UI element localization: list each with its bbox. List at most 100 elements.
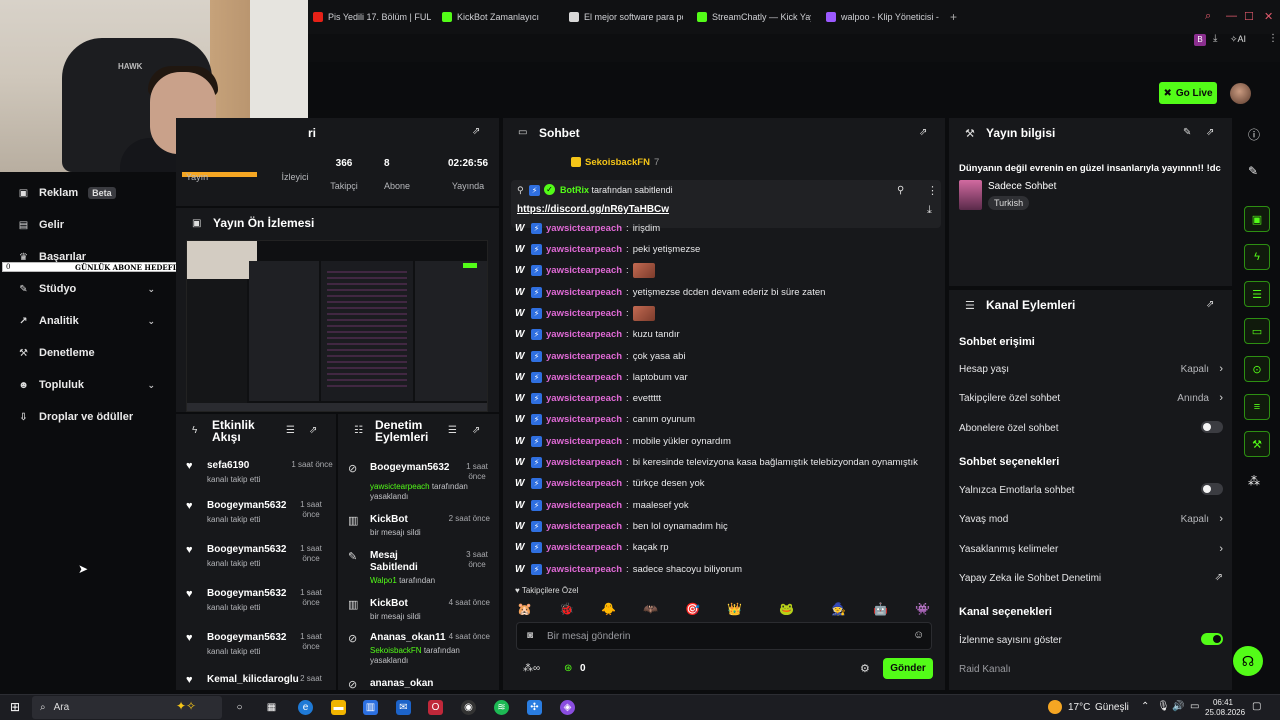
browser-tab[interactable]: walpoo - Klip Yöneticisi - T [826, 8, 940, 26]
popout-icon[interactable]: ⇗ [919, 127, 927, 138]
pencil-icon[interactable]: ✎ [1248, 164, 1258, 178]
emote-icon[interactable]: 🐞 [559, 602, 574, 616]
emote-icon[interactable]: 🐹 [517, 602, 532, 616]
chat-username[interactable]: yawsictearpeach [546, 244, 622, 255]
go-live-button[interactable]: ✖ Go Live [1159, 82, 1217, 104]
browser-tab[interactable]: KickBot Zamanlayıcı [442, 8, 554, 26]
expand-icon[interactable]: ⤓ [927, 204, 932, 217]
filter-icon[interactable]: ☰ [448, 425, 457, 436]
banned-words-setting[interactable]: Yasaklanmış kelimeler › [959, 543, 1223, 555]
browser-tab[interactable]: El mejor software para pot [569, 8, 683, 26]
emote-icon[interactable]: 🧙 [831, 602, 846, 616]
cortana-icon[interactable]: ○ [232, 700, 247, 715]
chat-username[interactable]: yawsictearpeach [546, 287, 622, 298]
obs-icon[interactable]: ◉ [461, 700, 476, 715]
chat-username[interactable]: yawsictearpeach [546, 521, 622, 532]
sidebar-item-analitik[interactable]: ↗ Analitik ⌄ [18, 315, 163, 327]
wrench-icon[interactable]: ⚒ [1244, 431, 1270, 457]
send-button[interactable]: Gönder [883, 658, 933, 679]
chat-username[interactable]: yawsictearpeach [546, 542, 622, 553]
emote-icon[interactable]: 🦇 [643, 602, 658, 616]
broadcast-icon[interactable]: ⊙ [1244, 356, 1270, 382]
gear-icon[interactable]: ⚙ [860, 662, 870, 675]
file-explorer-icon[interactable]: ▬ [331, 700, 346, 715]
emotes-only-toggle[interactable] [1201, 483, 1223, 495]
ai-moderation-setting[interactable]: Yapay Zeka ile Sohbet Denetimi ⇗ [959, 572, 1223, 584]
sidebar-item-gelir[interactable]: ▤ Gelir [18, 219, 163, 231]
chat-input[interactable]: ◙ Bir mesaj gönderin ☺ [516, 622, 932, 650]
microphone-icon[interactable]: 🎙 [1157, 701, 1170, 712]
sidebar-item-reklam[interactable]: ▣ Reklam Beta [18, 187, 163, 199]
popout-icon[interactable]: ⇗ [1206, 299, 1214, 310]
download-icon[interactable]: ⤓ [1213, 33, 1217, 44]
opera-icon[interactable]: O [428, 700, 443, 715]
emote-icon[interactable]: 🤖 [873, 602, 888, 616]
browser-menu-icon[interactable]: ⋮ [1268, 33, 1278, 44]
pinned-link[interactable]: https://discord.gg/nR6yTaHBCw [517, 204, 669, 215]
tag-badge[interactable]: Turkish [988, 196, 1030, 210]
edit-icon[interactable]: ✎ [1183, 127, 1191, 138]
filter-icon[interactable]: ☰ [286, 425, 295, 436]
close-icon[interactable]: ✕ [1264, 10, 1273, 23]
sidebar-item-studyo[interactable]: ✎ Stüdyo ⌄ [18, 283, 163, 295]
stack-icon[interactable]: ≡ [1244, 394, 1270, 420]
chat-username[interactable]: yawsictearpeach [546, 329, 622, 340]
chat-username[interactable]: yawsictearpeach [546, 457, 622, 468]
raid-channel-setting[interactable]: Raid Kanalı [959, 664, 1223, 675]
task-view-icon[interactable]: ▦ [264, 700, 279, 715]
more-icon[interactable]: ⋮ [927, 184, 938, 197]
app-icon[interactable]: ✣ [527, 700, 542, 715]
unpin-icon[interactable]: ⚲ [897, 185, 904, 196]
subs-chat-toggle[interactable] [1201, 421, 1223, 433]
emote-icon[interactable]: 🐸 [779, 602, 794, 616]
maximize-icon[interactable]: ☐ [1244, 10, 1254, 23]
chat-username[interactable]: yawsictearpeach [546, 372, 622, 383]
avatar[interactable] [1230, 83, 1251, 104]
view-count-toggle[interactable] [1201, 633, 1223, 645]
app-icon[interactable]: ◈ [560, 700, 575, 715]
emoji-icon[interactable]: ☺ [913, 629, 924, 641]
account-age-setting[interactable]: Hesap yaşı Kapalı › [959, 363, 1223, 375]
sidebar-item-denetleme[interactable]: ⚒ Denetleme [18, 347, 163, 359]
browser-tab[interactable]: StreamChatly — Kick Yayı [697, 8, 811, 26]
list-icon[interactable]: ☰ [1244, 281, 1270, 307]
outlook-icon[interactable]: ✉ [396, 700, 411, 715]
ai-button[interactable]: ✧AI [1230, 34, 1246, 45]
info-icon[interactable]: ⓘ [1248, 126, 1260, 143]
emote-icon[interactable]: 👑 [727, 602, 742, 616]
category-thumbnail[interactable] [959, 180, 982, 210]
emote-icon[interactable]: 👾 [915, 602, 930, 616]
chat-username[interactable]: yawsictearpeach [546, 393, 622, 404]
popout-icon[interactable]: ⇗ [472, 126, 480, 137]
points-icon[interactable]: ⁂∞ [523, 663, 540, 674]
windows-start-icon[interactable]: ⊞ [10, 700, 20, 714]
chat-username[interactable]: yawsictearpeach [546, 265, 622, 276]
apps-icon[interactable]: ⁂ [1248, 474, 1260, 488]
help-support-icon[interactable]: ☊ [1233, 646, 1263, 676]
new-tab-button[interactable]: + [950, 8, 957, 26]
notification-icon[interactable]: ▢ [1252, 701, 1261, 712]
sidebar-item-topluluk[interactable]: ☻ Topluluk ⌄ [18, 379, 163, 391]
chat-icon[interactable]: ▭ [1244, 318, 1270, 344]
popout-icon[interactable]: ⇗ [309, 425, 317, 436]
search-tabs-icon[interactable]: ⌕ [1205, 10, 1211, 23]
bolt-icon[interactable]: ϟ [1244, 244, 1270, 270]
stream-preview-video[interactable] [186, 240, 488, 412]
slow-mode-setting[interactable]: Yavaş mod Kapalı › [959, 513, 1223, 525]
chat-username[interactable]: yawsictearpeach [546, 478, 622, 489]
popout-icon[interactable]: ⇗ [472, 425, 480, 436]
chat-username[interactable]: yawsictearpeach [546, 500, 622, 511]
minimize-icon[interactable]: — [1226, 10, 1237, 22]
chat-username[interactable]: yawsictearpeach [546, 436, 622, 447]
spotify-icon[interactable]: ≋ [494, 700, 509, 715]
network-icon[interactable]: ▭ [1190, 701, 1199, 712]
emote-icon[interactable]: 🐥 [601, 602, 616, 616]
profile-badge[interactable]: B [1194, 34, 1206, 46]
chat-username[interactable]: yawsictearpeach [546, 414, 622, 425]
popout-icon[interactable]: ⇗ [1206, 127, 1214, 138]
chevron-up-icon[interactable]: ⌃ [1141, 701, 1149, 712]
emote-icon[interactable]: 🎯 [685, 602, 700, 616]
taskbar-search[interactable]: ⌕ Ara ✦✧ [32, 696, 222, 719]
sidebar-item-droplar[interactable]: ⇩ Droplar ve ödüller [18, 411, 163, 423]
chat-username[interactable]: yawsictearpeach [546, 308, 622, 319]
